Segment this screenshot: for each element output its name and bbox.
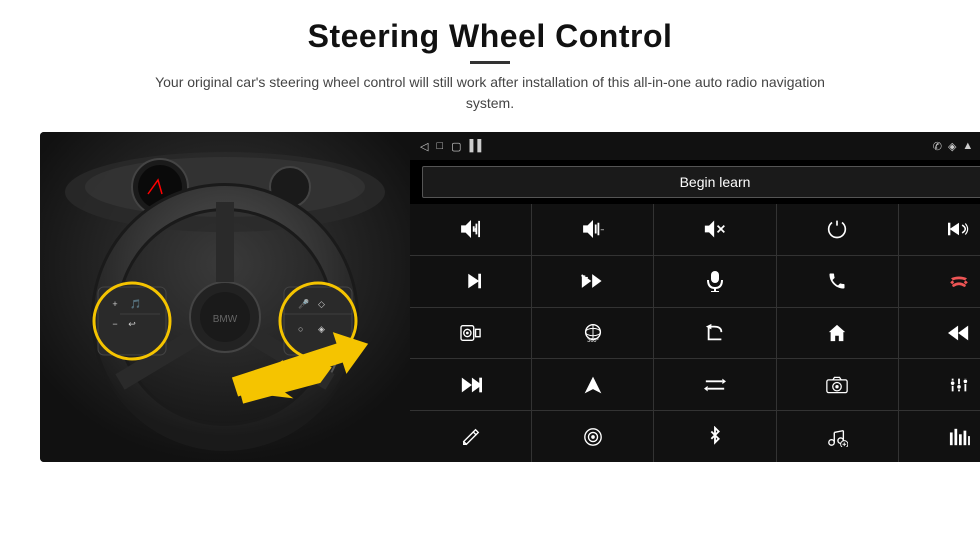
svg-text:🎵: 🎵 [130,299,141,309]
title-divider [470,61,510,64]
location-status-icon: ◈ [948,140,956,153]
ctrl-mic[interactable] [654,256,775,307]
svg-text:−: − [112,319,117,329]
volume-up-icon: + [460,220,482,238]
ctrl-audio-levels[interactable] [899,411,980,462]
ctrl-skip-back[interactable] [899,308,980,359]
page-title: Steering Wheel Control [140,18,840,55]
android-screen: ◁ □ ▢ ▌▌ ✆ ◈ ▲ 15:52 Begin learn [410,132,980,462]
steering-area: BMW + 🎵 − ↩ [40,132,410,462]
ctrl-360[interactable]: 360° [532,308,653,359]
equalizer-icon [949,375,969,395]
title-section: Steering Wheel Control Your original car… [140,18,840,126]
ctrl-camera[interactable] [777,359,898,410]
fast-forward2-icon [460,376,482,394]
ctrl-fast-forward2[interactable] [410,359,531,410]
end-call-icon [948,272,970,290]
call-icon [827,271,847,291]
360-view-icon: 360° [581,322,605,344]
ctrl-back[interactable] [654,308,775,359]
svg-text:BMW: BMW [213,314,238,325]
camera-icon [826,376,848,394]
page-subtitle: Your original car's steering wheel contr… [140,72,840,114]
signal-icon: ▌▌ [470,140,486,152]
swap-icon [704,376,726,394]
ctrl-record[interactable] [532,411,653,462]
edit-icon [461,427,481,447]
svg-text:🎤: 🎤 [298,298,309,309]
svg-text:−: − [600,226,604,235]
window-icon[interactable]: □ [436,140,443,152]
svg-text:◈: ◈ [318,324,325,334]
ctrl-eq[interactable] [899,359,980,410]
prev-phone-icon [948,220,970,238]
ctrl-volume-down[interactable]: − [532,204,653,255]
ctrl-power[interactable] [777,204,898,255]
bluetooth-icon [707,426,723,448]
status-bar: ◁ □ ▢ ▌▌ ✆ ◈ ▲ 15:52 [410,132,980,160]
ctrl-bluetooth[interactable] [654,411,775,462]
back-nav-icon[interactable]: ◁ [420,140,428,153]
record-icon [583,427,603,447]
steering-wheel-svg: BMW + 🎵 − ↩ [40,132,410,462]
speaker-icon [460,323,482,343]
svg-text:360°: 360° [587,338,598,344]
ctrl-mute[interactable] [654,204,775,255]
ctrl-home[interactable] [777,308,898,359]
svg-text:+: + [472,226,477,235]
phone-status-icon: ✆ [933,140,942,153]
ctrl-call[interactable] [777,256,898,307]
controls-grid: + − [410,204,980,462]
wifi-status-icon: ▲ [962,140,973,152]
status-bar-left: ◁ □ ▢ ▌▌ [420,140,485,153]
skip-back-icon [948,324,970,342]
page-container: Steering Wheel Control Your original car… [0,0,980,544]
mic-icon [706,270,724,292]
power-icon [827,219,847,239]
svg-text:○: ○ [298,324,303,334]
ctrl-end-call[interactable] [899,256,980,307]
squares-icon[interactable]: ▢ [451,140,461,153]
fast-forward-icon [581,272,605,290]
begin-learn-button[interactable]: Begin learn [422,166,980,198]
volume-down-icon: − [582,220,604,238]
ctrl-volume-up[interactable]: + [410,204,531,255]
ctrl-next[interactable] [410,256,531,307]
content-row: BMW + 🎵 − ↩ [40,132,940,462]
ctrl-prev-phone[interactable] [899,204,980,255]
navigate-icon [583,375,603,395]
status-bar-right: ✆ ◈ ▲ 15:52 [933,139,980,153]
music-settings-icon [826,427,848,447]
svg-text:◇: ◇ [318,299,325,309]
back-icon [705,323,725,343]
ctrl-music-settings[interactable] [777,411,898,462]
audio-levels-icon [948,427,970,447]
ctrl-edit[interactable] [410,411,531,462]
ctrl-navigate[interactable] [532,359,653,410]
begin-learn-row: Begin learn [410,160,980,204]
svg-text:↩: ↩ [128,319,136,329]
svg-text:+: + [112,299,117,309]
steering-wheel-image: BMW + 🎵 − ↩ [40,132,410,462]
ctrl-speaker[interactable] [410,308,531,359]
home-icon [827,323,847,343]
mute-icon [704,220,726,238]
ctrl-swap[interactable] [654,359,775,410]
ctrl-fast-forward[interactable] [532,256,653,307]
next-icon [461,272,481,290]
